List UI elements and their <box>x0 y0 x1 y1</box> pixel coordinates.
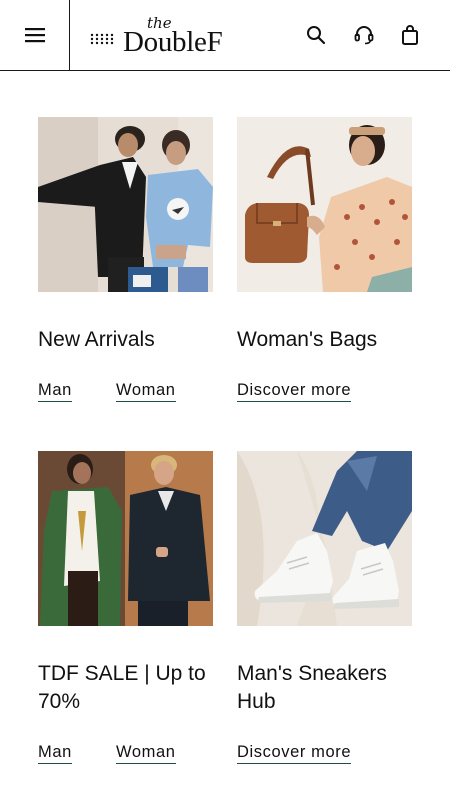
logo-dots-icon <box>90 33 114 45</box>
mens-sneakers-discover-link[interactable]: Discover more <box>237 742 352 764</box>
top-header: the DoubleF <box>0 0 450 71</box>
shopping-bag-icon <box>402 25 418 45</box>
new-arrivals-image[interactable] <box>38 117 213 292</box>
tdf-sale-woman-link[interactable]: Woman <box>116 742 176 764</box>
tdf-sale-man-link[interactable]: Man <box>38 742 72 764</box>
mens-sneakers-title[interactable]: Man's Sneakers Hub <box>237 660 417 716</box>
womans-bags-title[interactable]: Woman's Bags <box>237 326 417 354</box>
cart-button[interactable] <box>399 24 421 46</box>
logo-doublef-text: DoubleF <box>123 26 223 58</box>
womans-bags-image[interactable] <box>237 117 412 292</box>
new-arrivals-woman-link[interactable]: Woman <box>116 380 176 402</box>
new-arrivals-title[interactable]: New Arrivals <box>38 326 218 354</box>
new-arrivals-man-link[interactable]: Man <box>38 380 72 402</box>
customer-service-button[interactable] <box>353 24 375 46</box>
tdf-sale-image[interactable] <box>38 451 213 626</box>
search-button[interactable] <box>305 24 327 46</box>
menu-icon <box>24 28 45 43</box>
womans-bags-discover-link[interactable]: Discover more <box>237 380 352 402</box>
tdf-sale-title[interactable]: TDF SALE | Up to 70% <box>38 660 218 716</box>
search-icon <box>307 26 326 45</box>
mens-sneakers-image[interactable] <box>237 451 412 626</box>
menu-button[interactable] <box>0 0 70 70</box>
headset-icon <box>354 26 374 45</box>
brand-logo[interactable]: the DoubleF <box>90 14 250 58</box>
